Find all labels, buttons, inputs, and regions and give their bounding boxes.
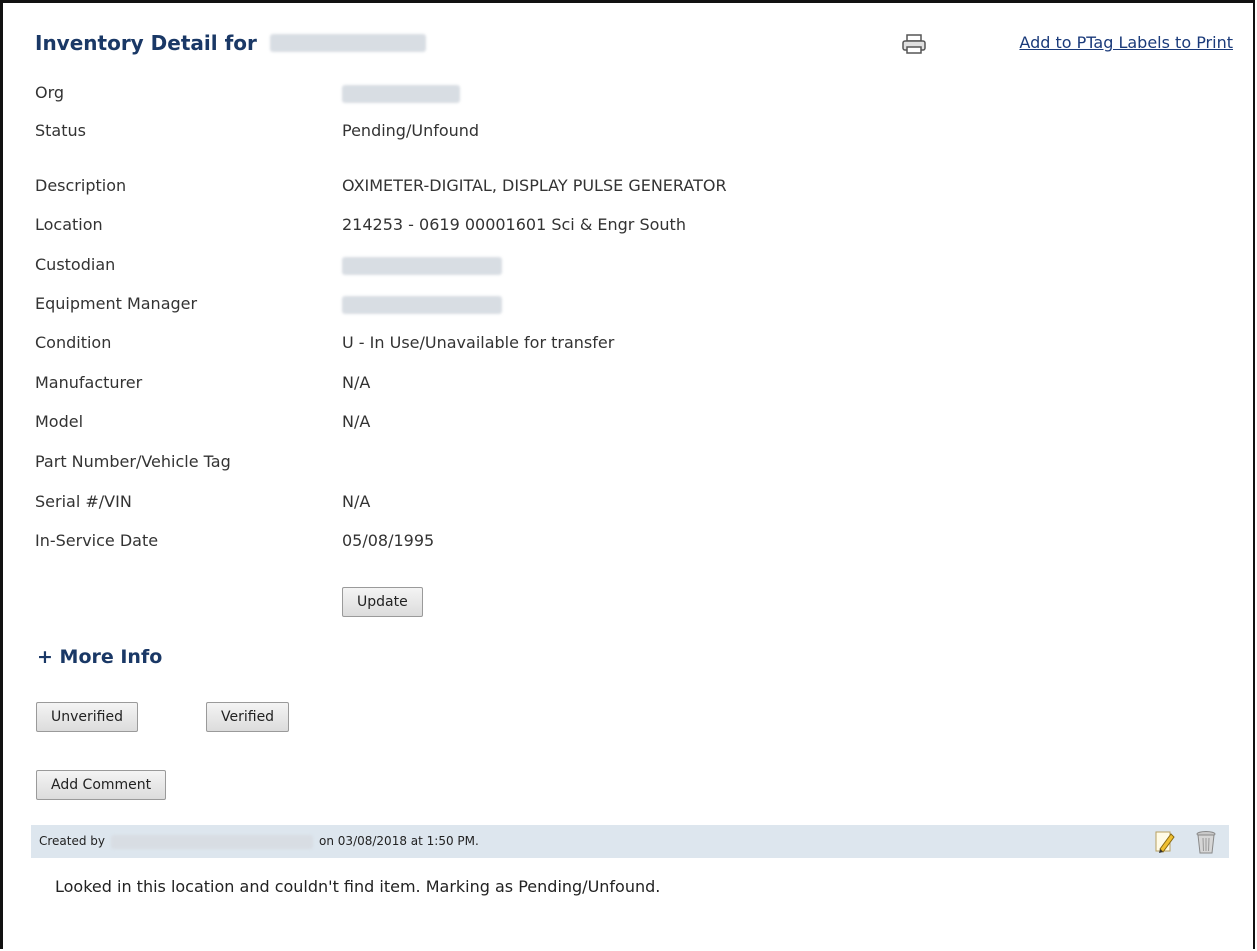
- redacted-value: [342, 84, 460, 103]
- field-label: Org: [35, 83, 65, 102]
- field-label: Description: [35, 176, 127, 195]
- comment-meta: Created by on 03/08/2018 at 1:50 PM.: [39, 834, 479, 849]
- field-value: 214253 - 0619 00001601 Sci & Engr South: [342, 215, 686, 234]
- panel-header: Inventory Detail for Add to PTag Labels …: [35, 31, 1233, 65]
- pencil-icon[interactable]: [1153, 829, 1175, 855]
- page-title: Inventory Detail for: [35, 31, 426, 55]
- field-value: N/A: [342, 492, 371, 511]
- page-title-text: Inventory Detail for: [35, 31, 257, 55]
- redacted-tag-number: [269, 33, 426, 52]
- field-value: U - In Use/Unavailable for transfer: [342, 333, 615, 352]
- comment-body: Looked in this location and couldn't fin…: [55, 877, 661, 896]
- verified-button[interactable]: Verified: [206, 702, 290, 732]
- field-label: In-Service Date: [35, 531, 159, 550]
- inventory-detail-panel: Inventory Detail for Add to PTag Labels …: [0, 0, 1255, 949]
- field-value: OXIMETER-DIGITAL, DISPLAY PULSE GENERATO…: [342, 176, 727, 195]
- add-to-ptag-labels-link[interactable]: Add to PTag Labels to Print: [1019, 33, 1233, 52]
- more-info-toggle[interactable]: + More Info: [37, 646, 162, 668]
- redacted-author: [111, 834, 314, 849]
- field-label: Equipment Manager: [35, 294, 198, 313]
- field-label: Status: [35, 121, 86, 140]
- field-value-equipment-manager: [342, 294, 502, 314]
- redacted-value: [342, 256, 502, 275]
- trash-icon[interactable]: [1195, 829, 1217, 855]
- field-label: Part Number/Vehicle Tag: [35, 452, 231, 471]
- field-value: N/A: [342, 412, 371, 431]
- printer-icon[interactable]: [901, 33, 927, 55]
- field-value: N/A: [342, 373, 371, 392]
- add-comment-button[interactable]: Add Comment: [36, 770, 167, 800]
- unverified-button[interactable]: Unverified: [36, 702, 138, 732]
- field-value: Pending/Unfound: [342, 121, 480, 140]
- field-label: Manufacturer: [35, 373, 143, 392]
- comment-header: Created by on 03/08/2018 at 1:50 PM.: [31, 825, 1229, 858]
- field-label: Serial #/VIN: [35, 492, 132, 511]
- created-on-text: on 03/08/2018 at 1:50 PM.: [319, 834, 479, 848]
- field-label: Location: [35, 215, 103, 234]
- created-by-label: Created by: [39, 834, 106, 848]
- field-label: Custodian: [35, 255, 116, 274]
- field-value: 05/08/1995: [342, 531, 435, 550]
- field-value-org: [342, 83, 460, 103]
- update-button[interactable]: Update: [342, 587, 423, 617]
- field-label: Condition: [35, 333, 112, 352]
- field-label: Model: [35, 412, 84, 431]
- redacted-value: [342, 295, 502, 314]
- field-value-custodian: [342, 255, 502, 275]
